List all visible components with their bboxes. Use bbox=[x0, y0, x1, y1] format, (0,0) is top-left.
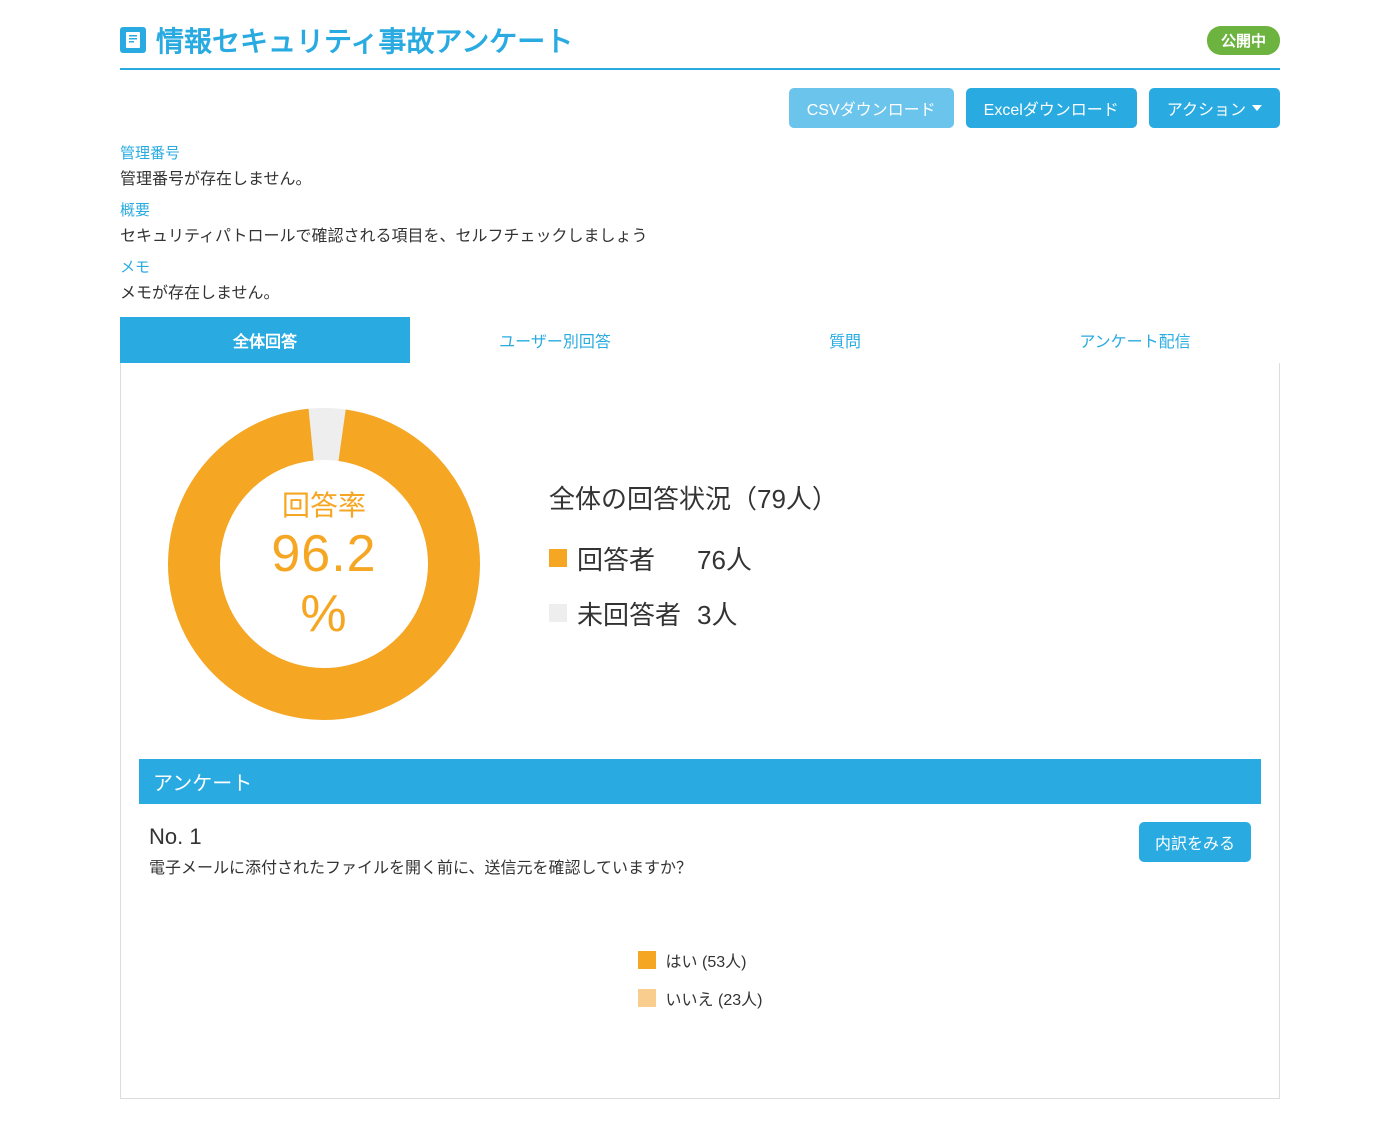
legend-yes: はい (53人) bbox=[666, 948, 747, 972]
summary-label: 概要 bbox=[120, 199, 1280, 220]
csv-download-button[interactable]: CSVダウンロード bbox=[789, 88, 954, 128]
memo-label: メモ bbox=[120, 256, 1280, 277]
square-icon bbox=[638, 989, 656, 1007]
legend-no: いいえ (23人) bbox=[666, 986, 763, 1010]
overview-text: 全体の回答状況（79人） 回答者 76人 未回答者 3人 bbox=[549, 479, 838, 650]
status-badge: 公開中 bbox=[1207, 26, 1280, 55]
excel-download-button[interactable]: Excelダウンロード bbox=[966, 88, 1137, 128]
tab-user-responses[interactable]: ユーザー別回答 bbox=[410, 317, 700, 363]
meta-block: 管理番号 管理番号が存在しません。 概要 セキュリティパトロールで確認される項目… bbox=[120, 142, 1280, 303]
donut-rate-value: 96.2 % bbox=[242, 524, 407, 644]
overview-section: 回答率 96.2 % 全体の回答状況（79人） 回答者 76人 未回答者 3人 bbox=[139, 389, 1261, 759]
question-text: 電子メールに添付されたファイルを開く前に、送信元を確認していますか？ bbox=[149, 854, 1251, 878]
action-row: CSVダウンロード Excelダウンロード アクション bbox=[120, 88, 1280, 128]
square-icon bbox=[549, 604, 567, 622]
tab-questions[interactable]: 質問 bbox=[700, 317, 990, 363]
tab-all-responses[interactable]: 全体回答 bbox=[120, 317, 410, 363]
view-breakdown-button[interactable]: 内訳をみる bbox=[1139, 822, 1251, 862]
control-number-value: 管理番号が存在しません。 bbox=[120, 165, 1280, 189]
question-legend: はい (53人) いいえ (23人) bbox=[638, 948, 763, 1010]
document-icon bbox=[120, 27, 146, 53]
tab-distribution[interactable]: アンケート配信 bbox=[990, 317, 1280, 363]
responders-count: 76人 bbox=[697, 540, 752, 577]
square-icon bbox=[549, 549, 567, 567]
main-panel: 回答率 96.2 % 全体の回答状況（79人） 回答者 76人 未回答者 3人 … bbox=[120, 363, 1280, 1099]
non-responders-label: 未回答者 bbox=[577, 595, 687, 632]
overview-heading: 全体の回答状況（79人） bbox=[549, 479, 838, 516]
page-title: 情報セキュリティ事故アンケート bbox=[156, 20, 573, 60]
donut-rate-label: 回答率 bbox=[242, 484, 407, 524]
survey-section-header: アンケート bbox=[139, 759, 1261, 804]
memo-value: メモが存在しません。 bbox=[120, 279, 1280, 303]
non-responders-count: 3人 bbox=[697, 595, 737, 632]
action-dropdown-button[interactable]: アクション bbox=[1149, 88, 1280, 128]
question-number: No. 1 bbox=[149, 824, 1251, 850]
summary-value: セキュリティパトロールで確認される項目を、セルフチェックしましょう bbox=[120, 222, 1280, 246]
square-icon bbox=[638, 951, 656, 969]
control-number-label: 管理番号 bbox=[120, 142, 1280, 163]
question-block: No. 1 電子メールに添付されたファイルを開く前に、送信元を確認していますか？… bbox=[139, 804, 1261, 1080]
page-header: 情報セキュリティ事故アンケート 公開中 bbox=[120, 20, 1280, 70]
action-button-label: アクション bbox=[1167, 96, 1246, 120]
responders-label: 回答者 bbox=[577, 540, 687, 577]
chevron-down-icon bbox=[1252, 105, 1262, 111]
response-rate-donut-chart: 回答率 96.2 % bbox=[159, 399, 489, 729]
tab-bar: 全体回答 ユーザー別回答 質問 アンケート配信 bbox=[120, 317, 1280, 363]
